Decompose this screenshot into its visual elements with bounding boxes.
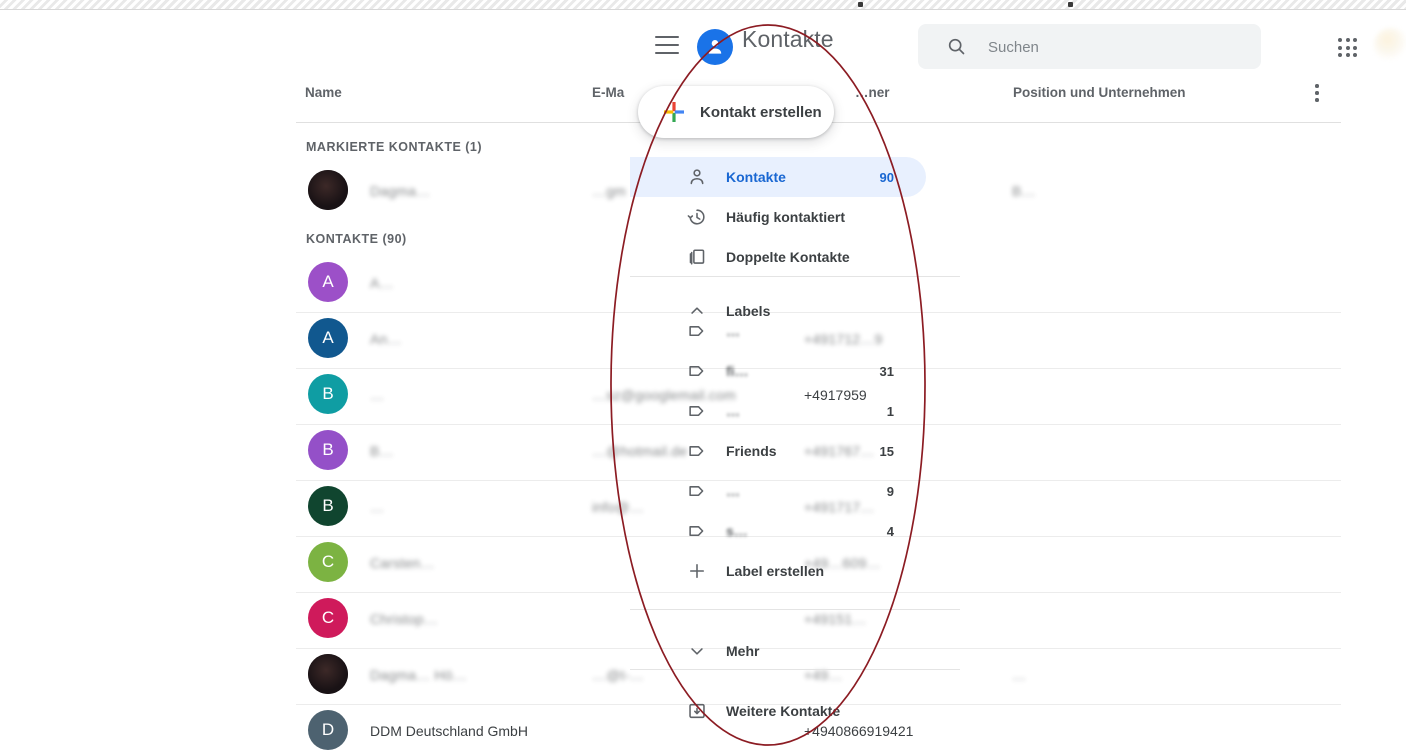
avatar[interactable]: B xyxy=(308,430,348,470)
avatar[interactable]: B xyxy=(308,486,348,526)
cell-name: Christop… xyxy=(370,611,438,627)
menu-item-label: Kontakte xyxy=(726,169,786,185)
menu-item-friends[interactable]: Friends 15 xyxy=(630,431,926,471)
menu-item-[interactable]: … xyxy=(630,311,926,351)
label-outline-icon xyxy=(686,440,708,462)
label-outline-icon xyxy=(686,520,708,542)
cell-position: … xyxy=(1012,667,1027,683)
cell-phone: +49151… xyxy=(804,611,867,627)
search-bar[interactable] xyxy=(918,24,1261,71)
chevron-down-icon xyxy=(686,640,708,662)
cell-name: … xyxy=(370,387,385,403)
cell-name: Dagma… xyxy=(370,183,431,199)
label-outline-icon xyxy=(686,400,708,422)
menu-item-label: Häufig kontaktiert xyxy=(726,209,846,225)
account-avatar-icon[interactable] xyxy=(1374,28,1406,62)
list-section-header: MARKIERTE KONTAKTE (1) xyxy=(306,140,483,154)
menu-item-count: 1 xyxy=(886,403,894,419)
duplicate-icon xyxy=(686,246,708,268)
avatar[interactable]: C xyxy=(308,542,348,582)
avatar[interactable] xyxy=(308,170,348,210)
hamburger-icon[interactable] xyxy=(655,36,679,54)
plus-icon xyxy=(686,560,708,582)
column-header-phone[interactable]: …ner xyxy=(855,85,890,100)
browser-chrome-strip xyxy=(0,0,1406,10)
menu-item-fi[interactable]: fi… 31 xyxy=(630,351,926,391)
cell-name: Carsten… xyxy=(370,555,435,571)
more-vertical-icon[interactable] xyxy=(1315,84,1319,102)
menu-item-count: 15 xyxy=(879,443,894,459)
menu-item-count: 90 xyxy=(879,169,894,185)
history-icon xyxy=(686,206,708,228)
menu-item-label: s… xyxy=(726,523,748,539)
import-contacts-icon xyxy=(686,700,708,722)
person-outline-icon xyxy=(686,166,708,188)
menu-item-weitere-kontakte[interactable]: Weitere Kontakte xyxy=(630,691,926,731)
menu-item-label: Mehr xyxy=(726,643,760,659)
google-plus-icon xyxy=(662,100,686,124)
menu-item-label: … xyxy=(726,323,740,339)
apps-grid-icon[interactable] xyxy=(1338,38,1358,58)
menu-item-label: … xyxy=(726,403,740,419)
avatar[interactable]: A xyxy=(308,318,348,358)
cell-name: B… xyxy=(370,443,394,459)
menu-item-s[interactable]: s… 4 xyxy=(630,511,926,551)
label-outline-icon xyxy=(686,320,708,342)
menu-item-label: fi… xyxy=(726,363,749,379)
create-contact-label: Kontakt erstellen xyxy=(700,103,822,121)
column-header-position[interactable]: Position und Unternehmen xyxy=(1013,85,1186,100)
menu-item-mehr[interactable]: Mehr xyxy=(630,631,926,671)
avatar[interactable]: D xyxy=(308,710,348,750)
search-icon xyxy=(946,36,967,62)
menu-item-label: Weitere Kontakte xyxy=(726,703,841,719)
cell-name: DDM Deutschland GmbH xyxy=(370,723,528,739)
menu-item-label-erstellen[interactable]: Label erstellen xyxy=(630,551,926,591)
page-title: Kontakte xyxy=(742,26,834,52)
app-root: Kontakte Name E-Ma …ner Position und Unt… xyxy=(0,0,1406,751)
app-header: Kontakte xyxy=(0,9,1406,73)
cell-name: A… xyxy=(370,275,394,291)
cell-name: Dagma… Hö… xyxy=(370,667,467,683)
menu-item-count: 9 xyxy=(886,483,894,499)
menu-item-kontakte[interactable]: Kontakte 90 xyxy=(630,157,926,197)
menu-item-label: Label erstellen xyxy=(726,563,825,579)
search-input[interactable] xyxy=(986,24,1250,71)
menu-item-h-ufig-kontaktiert[interactable]: Häufig kontaktiert xyxy=(630,197,926,237)
cell-email: …gm xyxy=(592,183,627,199)
menu-item-count: 4 xyxy=(886,523,894,539)
menu-item-count: 31 xyxy=(879,363,894,379)
label-outline-icon xyxy=(686,480,708,502)
cell-name: An… xyxy=(370,331,402,347)
menu-item-[interactable]: … 1 xyxy=(630,391,926,431)
menu-item-[interactable]: … 9 xyxy=(630,471,926,511)
label-outline-icon xyxy=(686,360,708,382)
avatar[interactable]: C xyxy=(308,598,348,638)
list-section-header: KONTAKTE (90) xyxy=(306,232,407,246)
menu-item-label: Doppelte Kontakte xyxy=(726,249,850,265)
menu-item-label: Friends xyxy=(726,443,777,459)
column-header-email[interactable]: E-Ma xyxy=(592,85,624,100)
column-header-name[interactable]: Name xyxy=(305,85,342,100)
contacts-person-icon xyxy=(697,29,733,65)
avatar[interactable]: B xyxy=(308,374,348,414)
cell-name: … xyxy=(370,499,385,515)
cell-position: B… xyxy=(1012,183,1036,199)
create-contact-button[interactable]: Kontakt erstellen xyxy=(638,86,834,138)
avatar[interactable]: A xyxy=(308,262,348,302)
menu-item-label: … xyxy=(726,483,740,499)
menu-item-doppelte-kontakte[interactable]: Doppelte Kontakte xyxy=(630,237,926,277)
avatar[interactable] xyxy=(308,654,348,694)
menu-divider xyxy=(630,609,960,610)
